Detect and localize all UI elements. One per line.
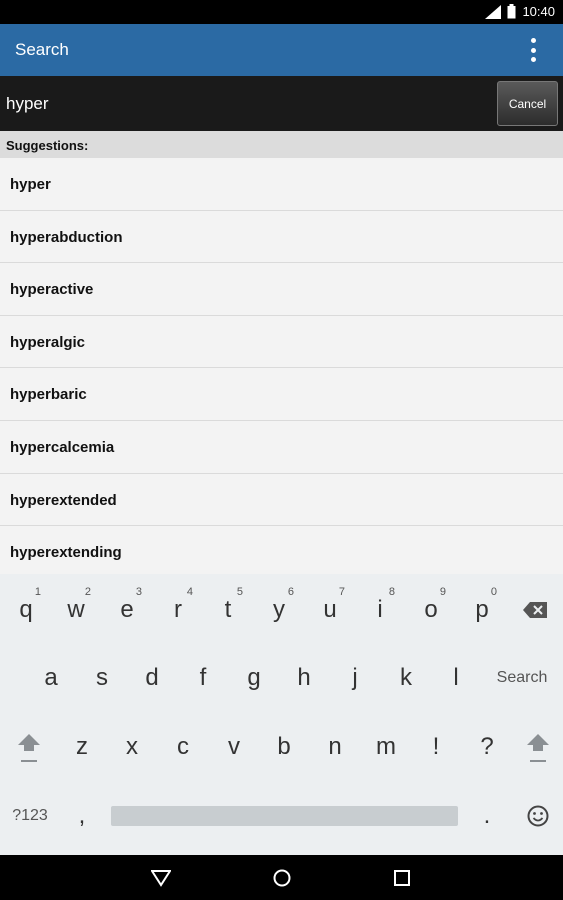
cancel-button[interactable]: Cancel [497, 81, 558, 126]
search-bar: Cancel [0, 76, 563, 131]
key-label: r [174, 596, 182, 623]
status-time: 10:40 [522, 4, 555, 19]
symbols-key[interactable]: ?123 [0, 786, 60, 846]
recents-icon[interactable] [391, 867, 413, 889]
suggestion-item[interactable]: hyperextended [0, 473, 563, 527]
key-period[interactable]: . [462, 786, 512, 846]
key-hint: 9 [439, 586, 446, 598]
key-hint: 1 [34, 586, 41, 598]
key-o[interactable]: o9 [406, 580, 456, 640]
battery-icon [507, 4, 516, 19]
key-s[interactable]: s [77, 648, 127, 708]
key-hint: 5 [236, 586, 243, 598]
menu-dot [530, 47, 536, 53]
key-x[interactable]: x [107, 717, 157, 777]
suggestion-item[interactable]: hyperbaric [0, 368, 563, 421]
key-t[interactable]: t5 [203, 580, 253, 640]
key-hint: 6 [287, 586, 294, 598]
suggestion-item[interactable]: hypercalcemia [0, 420, 563, 474]
search-input[interactable] [0, 76, 490, 131]
shift-glyph [18, 734, 40, 762]
key-p[interactable]: p0 [457, 580, 507, 640]
shift-right-icon[interactable] [513, 717, 563, 777]
space-bar[interactable] [111, 806, 458, 826]
suggestion-item[interactable]: hyperactive [0, 263, 563, 316]
key-comma[interactable]: , [57, 786, 107, 846]
key-v[interactable]: v [209, 717, 259, 777]
key-i[interactable]: i8 [355, 580, 405, 640]
key-a[interactable]: a [26, 648, 76, 708]
key-hint: 2 [84, 586, 91, 598]
backspace-glyph [523, 602, 547, 618]
key-hint: 8 [388, 586, 395, 598]
key-label: i [377, 596, 383, 623]
key-w[interactable]: w2 [51, 580, 101, 640]
key-hint: 3 [135, 586, 142, 598]
suggestions-list: hyper hyperabduction hyperactive hyperal… [0, 158, 563, 574]
suggestion-item[interactable]: hyperabduction [0, 210, 563, 264]
key-c[interactable]: c [158, 717, 208, 777]
key-label: t [224, 596, 232, 623]
overflow-menu-icon[interactable] [523, 36, 543, 64]
key-m[interactable]: m [361, 717, 411, 777]
key-label: e [120, 596, 134, 623]
key-z[interactable]: z [57, 717, 107, 777]
key-hint: 7 [338, 586, 345, 598]
key-label: y [273, 596, 285, 623]
status-icons: 10:40 [485, 4, 555, 19]
home-icon[interactable] [271, 867, 293, 889]
shift-icon[interactable] [4, 717, 54, 777]
navigation-bar [0, 855, 563, 900]
key-g[interactable]: g [229, 648, 279, 708]
key-e[interactable]: e3 [102, 580, 152, 640]
key-r[interactable]: r4 [153, 580, 203, 640]
key-l[interactable]: l [431, 648, 481, 708]
key-n[interactable]: n [310, 717, 360, 777]
soft-keyboard: q1 w2 e3 r4 t5 y6 u7 i8 o9 p0 a s d f g … [0, 574, 563, 855]
key-u[interactable]: u7 [305, 580, 355, 640]
key-hint: 4 [186, 586, 193, 598]
status-bar: 10:40 [0, 0, 563, 24]
key-hint: 0 [490, 586, 497, 598]
key-label: u [323, 596, 337, 623]
emoji-glyph [527, 805, 549, 827]
key-k[interactable]: k [381, 648, 431, 708]
key-q[interactable]: q1 [1, 580, 51, 640]
app-title: Search [15, 40, 69, 59]
search-key[interactable]: Search [487, 648, 557, 708]
key-label: w [67, 596, 85, 623]
emoji-icon[interactable] [513, 786, 563, 846]
key-question[interactable]: ? [462, 717, 512, 777]
menu-dot [530, 38, 536, 43]
key-label: p [475, 596, 489, 623]
key-y[interactable]: y6 [254, 580, 304, 640]
suggestion-item[interactable]: hyper [0, 158, 563, 211]
key-exclamation[interactable]: ! [411, 717, 461, 777]
shift-glyph [527, 734, 549, 762]
key-d[interactable]: d [127, 648, 177, 708]
suggestion-item[interactable]: hyperalgic [0, 315, 563, 369]
menu-dot [530, 57, 536, 62]
backspace-icon[interactable] [510, 580, 560, 640]
suggestion-item[interactable]: hyperextending [0, 526, 563, 574]
app-bar: Search [0, 24, 563, 76]
key-j[interactable]: j [330, 648, 380, 708]
key-b[interactable]: b [259, 717, 309, 777]
signal-icon [485, 4, 502, 19]
key-h[interactable]: h [279, 648, 329, 708]
suggestions-header: Suggestions: [0, 131, 563, 158]
key-label: q [19, 596, 33, 623]
key-label: o [424, 596, 438, 623]
back-icon[interactable] [150, 867, 172, 889]
key-f[interactable]: f [178, 648, 228, 708]
